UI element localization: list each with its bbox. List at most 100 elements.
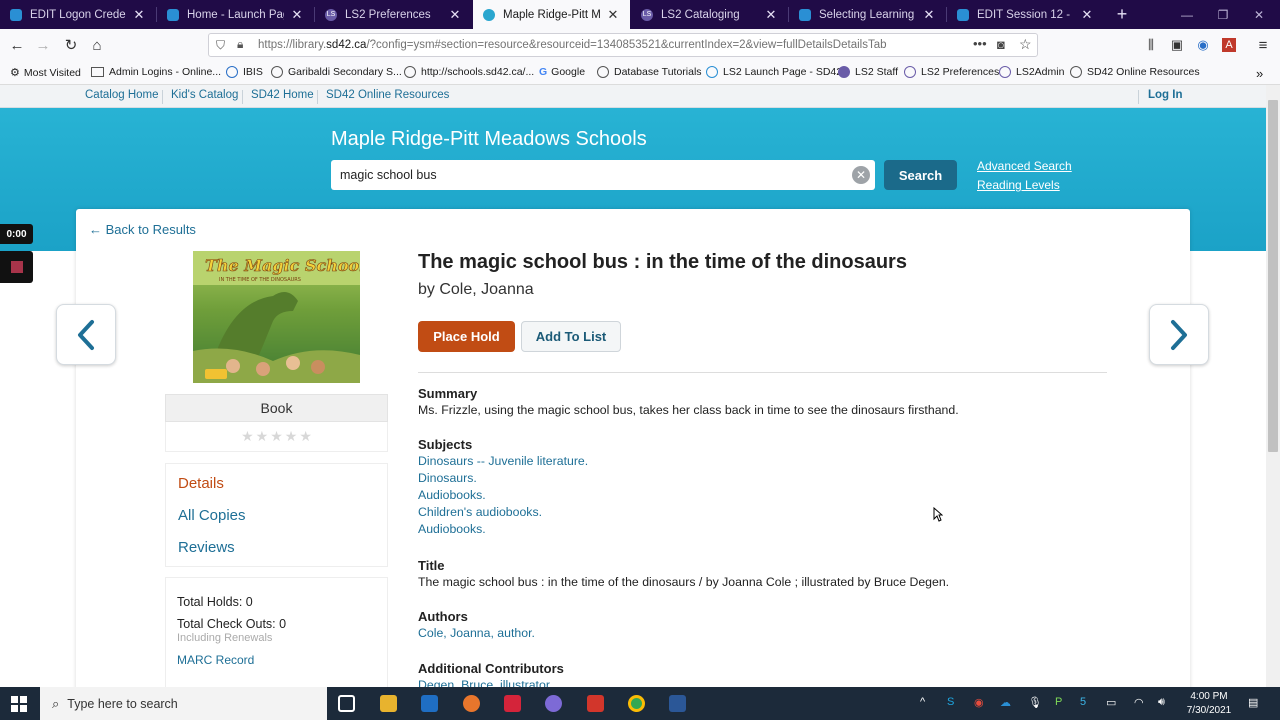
word-icon[interactable]: [669, 695, 686, 712]
browser-tab[interactable]: LS LS2 Preferences ✕: [315, 0, 472, 29]
forward-arrow-icon[interactable]: →: [32, 34, 54, 56]
browser-tab[interactable]: LS LS2 Cataloging ✕: [631, 0, 788, 29]
more-bookmarks-icon[interactable]: »: [1256, 66, 1263, 81]
skype-icon[interactable]: S: [947, 696, 954, 708]
browser-tab[interactable]: Home - Launch Page - LS2✕: [157, 0, 314, 29]
nav-link-catalog-home[interactable]: Catalog Home: [85, 89, 159, 101]
new-tab-button[interactable]: +: [1112, 4, 1132, 24]
star-icon[interactable]: ★: [270, 428, 283, 445]
home-icon[interactable]: ⌂: [86, 34, 108, 56]
file-explorer-icon[interactable]: [380, 695, 397, 712]
chrome-icon[interactable]: [628, 695, 645, 712]
indesign-icon[interactable]: [504, 695, 521, 712]
library-icon[interactable]: ⫼: [1140, 34, 1162, 56]
windows-start-icon[interactable]: [11, 696, 27, 715]
bookmark-item[interactable]: LS2 Launch Page - SD42: [706, 66, 842, 78]
taskbar-clock[interactable]: 4:00 PM 7/30/2021: [1178, 690, 1240, 718]
tab-details[interactable]: Details: [178, 475, 224, 492]
star-icon[interactable]: ★: [299, 428, 312, 445]
pdf-extension-icon[interactable]: A: [1222, 38, 1236, 52]
bookmark-item[interactable]: ⚙ Most Visited: [10, 66, 81, 80]
url-bar[interactable]: ⛉ 🔒︎ https://library.sd42.ca/?config=ysm…: [208, 33, 1038, 57]
star-rating[interactable]: ★ ★ ★ ★ ★: [165, 422, 388, 452]
star-icon[interactable]: ★: [241, 428, 254, 445]
star-icon[interactable]: ★: [285, 428, 298, 445]
subject-link[interactable]: Children's audiobooks.: [418, 505, 542, 519]
close-tab-icon[interactable]: ✕: [448, 7, 462, 23]
subject-link[interactable]: Dinosaurs -- Juvenile literature.: [418, 454, 588, 468]
bookmark-item[interactable]: G Google: [539, 66, 585, 78]
notifications-icon[interactable]: ▤: [1248, 696, 1258, 709]
pocket-icon[interactable]: ◙: [997, 37, 1005, 52]
firefox-icon[interactable]: [463, 695, 480, 712]
browser-tab[interactable]: EDIT Session 12 - LS2 C✕: [947, 0, 1104, 29]
reading-levels-link[interactable]: Reading Levels: [977, 178, 1060, 192]
advanced-search-link[interactable]: Advanced Search: [977, 159, 1072, 173]
contributor-link[interactable]: Degen, Bruce, illustrator.: [418, 678, 553, 687]
nav-link-sd42-home[interactable]: SD42 Home: [251, 89, 314, 101]
subject-link[interactable]: Dinosaurs.: [418, 471, 477, 485]
search-button[interactable]: Search: [884, 160, 957, 190]
microphone-icon[interactable]: 🎙︎: [1028, 696, 1042, 709]
stop-recording-button[interactable]: [0, 251, 33, 283]
back-arrow-icon[interactable]: ←: [6, 34, 28, 56]
bookmark-item[interactable]: SD42 Online Resources: [1070, 66, 1200, 78]
subject-link[interactable]: Audiobooks.: [418, 488, 486, 502]
browser-tab[interactable]: EDIT Logon Credentials✕: [0, 0, 156, 29]
close-window-button[interactable]: ✕: [1236, 0, 1280, 29]
sidebar-icon[interactable]: ▣: [1166, 34, 1188, 56]
account-icon[interactable]: ◉: [1192, 34, 1214, 56]
battery-icon[interactable]: ▭: [1106, 696, 1116, 709]
shield-icon[interactable]: ⛉: [216, 38, 225, 53]
task-view-icon[interactable]: [338, 695, 355, 712]
close-tab-icon[interactable]: ✕: [1080, 7, 1094, 23]
app-icon[interactable]: [545, 695, 562, 712]
lock-icon[interactable]: 🔒︎: [237, 37, 243, 52]
bookmark-item[interactable]: LS2 Staff: [838, 66, 898, 78]
subject-link[interactable]: Audiobooks.: [418, 522, 486, 536]
back-to-results-link[interactable]: ← Back to Results: [89, 222, 196, 237]
login-link[interactable]: Log In: [1148, 89, 1183, 101]
scrollbar-thumb[interactable]: [1268, 100, 1278, 452]
clear-search-icon[interactable]: ✕: [852, 166, 870, 184]
close-tab-icon[interactable]: ✕: [922, 7, 936, 23]
browser-tab[interactable]: Selecting Learning Resources✕: [789, 0, 946, 29]
next-record-button[interactable]: [1149, 304, 1209, 365]
tray-app-icon[interactable]: ◉: [974, 696, 984, 709]
wifi-icon[interactable]: ◠: [1134, 696, 1144, 709]
close-tab-icon[interactable]: ✕: [132, 7, 146, 23]
book-cover-image[interactable]: The Magic School Bus IN THE TIME OF THE …: [193, 251, 360, 383]
taskbar-search-input[interactable]: ⌕ Type here to search: [40, 687, 327, 720]
tab-all-copies[interactable]: All Copies: [178, 507, 246, 524]
nav-link-online-resources[interactable]: SD42 Online Resources: [326, 89, 449, 101]
star-icon[interactable]: ★: [256, 428, 269, 445]
close-tab-icon[interactable]: ✕: [606, 7, 620, 23]
bookmark-item[interactable]: http://schools.sd42.ca/...: [404, 66, 534, 78]
volume-icon[interactable]: 🔊︎: [1158, 696, 1165, 709]
star-icon[interactable]: ☆: [1019, 36, 1032, 53]
menu-icon[interactable]: ≡: [1252, 34, 1274, 56]
onedrive-icon[interactable]: ☁: [1000, 696, 1011, 709]
add-to-list-button[interactable]: Add To List: [521, 321, 621, 352]
author-link[interactable]: Cole, Joanna, author.: [418, 626, 535, 640]
reload-icon[interactable]: ↻: [60, 34, 82, 56]
close-tab-icon[interactable]: ✕: [290, 7, 304, 23]
marc-record-link[interactable]: MARC Record: [177, 653, 254, 667]
place-hold-button[interactable]: Place Hold: [418, 321, 515, 352]
tray-app-icon[interactable]: 5: [1080, 696, 1086, 708]
previous-record-button[interactable]: [56, 304, 116, 365]
outlook-icon[interactable]: [421, 695, 438, 712]
nav-link-kids-catalog[interactable]: Kid's Catalog: [171, 89, 238, 101]
bookmark-item[interactable]: LS2 Preferences: [904, 66, 999, 78]
acrobat-icon[interactable]: [587, 695, 604, 712]
bookmark-item[interactable]: IBIS: [226, 66, 263, 78]
close-tab-icon[interactable]: ✕: [764, 7, 778, 23]
tray-app-icon[interactable]: P: [1055, 696, 1062, 708]
tray-chevron-icon[interactable]: ^: [920, 696, 925, 708]
bookmark-item[interactable]: LS2Admin: [999, 66, 1064, 78]
search-input[interactable]: magic school bus ✕: [331, 160, 875, 190]
page-actions-icon[interactable]: •••: [973, 36, 987, 51]
bookmark-item[interactable]: Admin Logins - Online...: [91, 66, 221, 78]
tab-reviews[interactable]: Reviews: [178, 539, 235, 556]
browser-tab-active[interactable]: Maple Ridge-Pitt Meadows✕: [473, 0, 630, 29]
